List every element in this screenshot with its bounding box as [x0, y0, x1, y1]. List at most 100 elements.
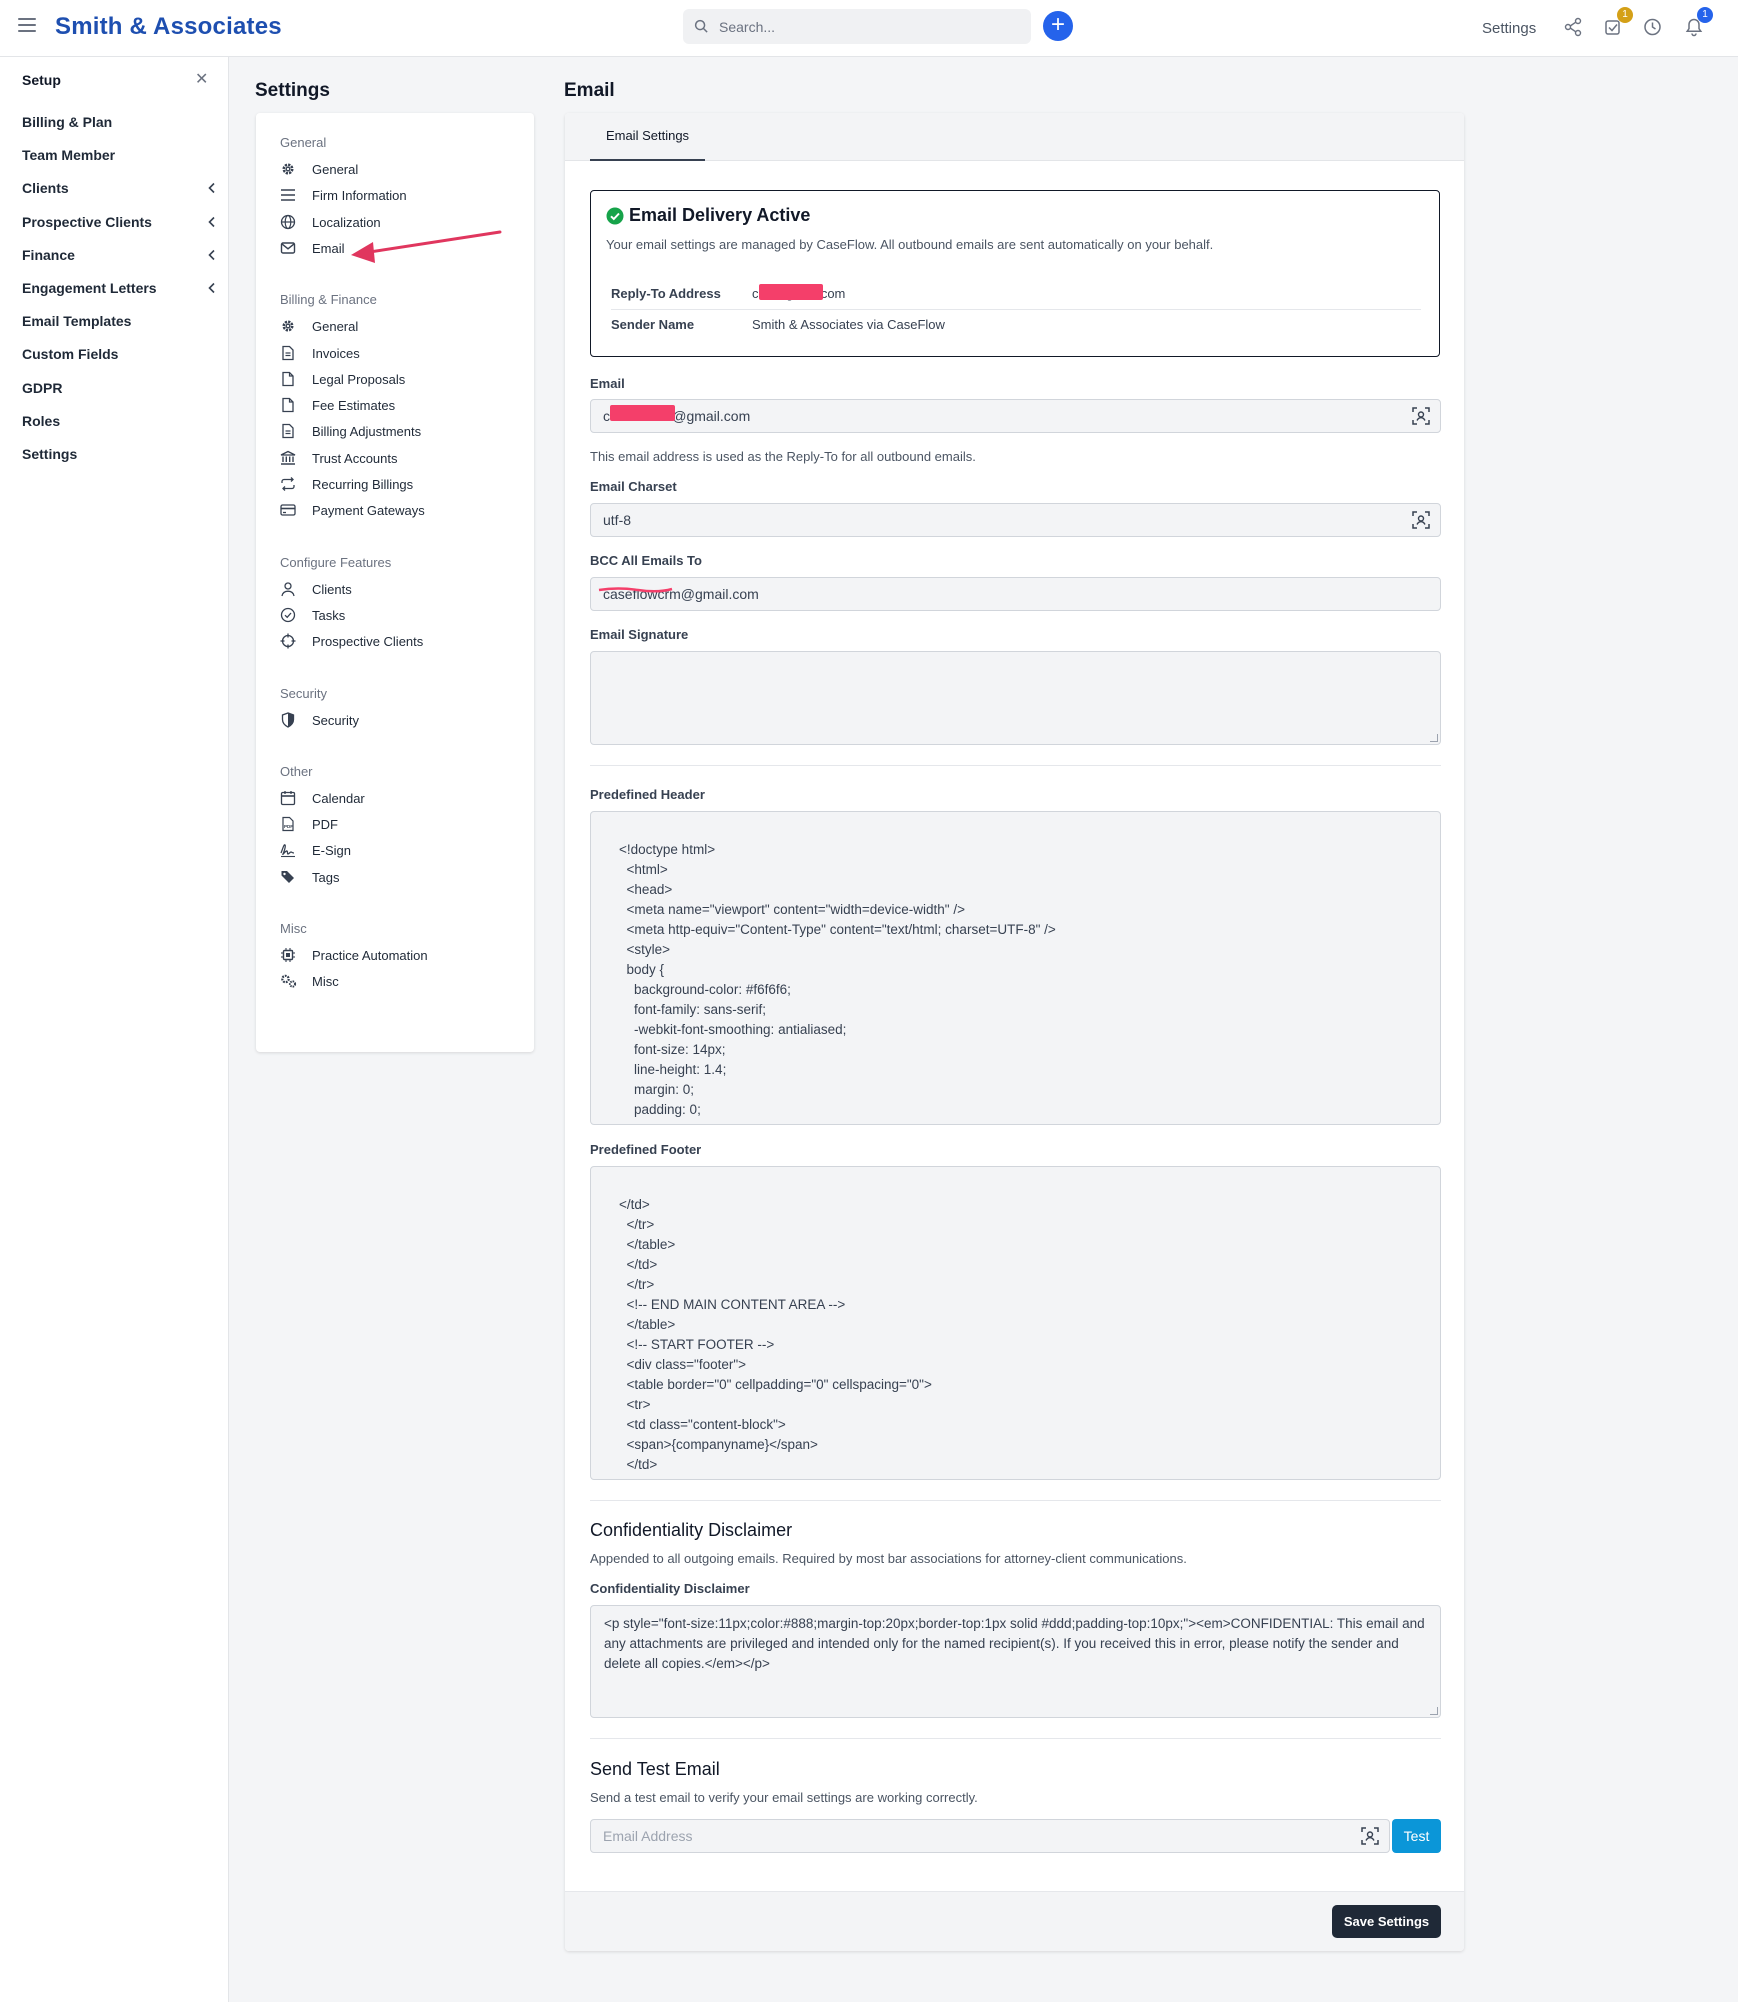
reply-to-label: Reply-To Address — [611, 286, 721, 301]
file-text-icon — [280, 423, 296, 439]
predefined-footer-textarea[interactable]: </td> </tr> </table> </td> </tr> <!-- EN… — [590, 1166, 1441, 1480]
tab-email-settings[interactable]: Email Settings — [590, 113, 705, 161]
bcc-label: BCC All Emails To — [590, 553, 702, 568]
setup-item-custom-fields[interactable]: Custom Fields — [22, 346, 217, 362]
chevron-left-icon[interactable] — [207, 248, 217, 264]
file-text-icon — [280, 345, 296, 361]
nav-group-title: Configure Features — [280, 554, 392, 570]
setup-sidebar: Setup ✕ Billing & Plan Team Member Clients… — [0, 57, 229, 2002]
signature-label: Email Signature — [590, 627, 689, 642]
calendar-icon — [280, 790, 296, 806]
settings-nav-label: PDF — [312, 817, 338, 833]
chevron-left-icon[interactable] — [207, 281, 217, 297]
test-email-input[interactable]: Email Address — [590, 1819, 1390, 1853]
test-button[interactable]: Test — [1392, 1819, 1441, 1853]
setup-title: Setup — [22, 72, 61, 88]
email-field[interactable]: c m@gmail.com — [590, 399, 1441, 433]
status-description: Your email settings are managed by CaseF… — [606, 237, 1214, 252]
setup-item-engagement-letters[interactable]: Engagement Letters — [22, 280, 217, 296]
app-title[interactable]: Smith & Associates — [55, 13, 282, 41]
nav-group-title: Security — [280, 685, 327, 701]
setup-item-label: Team Member — [22, 147, 116, 164]
save-settings-button[interactable]: Save Settings — [1332, 1905, 1441, 1938]
email-heading: Email — [564, 80, 615, 101]
charset-field[interactable]: utf-8 — [590, 503, 1441, 537]
settings-nav-label: Billing Adjustments — [312, 424, 422, 440]
setup-item-billing-plan[interactable]: Billing & Plan — [22, 114, 217, 130]
search-placeholder: Search... — [719, 19, 776, 35]
settings-nav-label: Payment Gateways — [312, 503, 425, 519]
gear-icon — [280, 161, 296, 177]
scan-face-icon[interactable] — [1412, 511, 1430, 529]
settings-nav-label: Firm Information — [312, 188, 407, 204]
signature-textarea[interactable] — [590, 651, 1441, 745]
divider — [611, 309, 1421, 310]
clock-icon[interactable] — [1643, 17, 1662, 37]
setup-item-clients[interactable]: Clients — [22, 180, 217, 196]
predefined-header-textarea[interactable]: <!doctype html> <html> <head> <meta name… — [590, 811, 1441, 1125]
resize-handle-icon[interactable] — [1430, 734, 1438, 742]
check-circle-icon — [280, 607, 296, 623]
scan-face-icon[interactable] — [1412, 407, 1430, 425]
globe-icon — [280, 214, 296, 230]
pdf-icon: PDF — [280, 816, 296, 832]
share-icon[interactable] — [1564, 17, 1582, 37]
user-icon — [280, 581, 296, 597]
gear-icon — [280, 318, 296, 334]
top-settings-link[interactable]: Settings — [1482, 20, 1536, 37]
setup-item-email-templates[interactable]: Email Templates — [22, 313, 217, 329]
setup-item-roles[interactable]: Roles — [22, 413, 217, 429]
predefined-footer-value: </td> </tr> </table> </td> </tr> <!-- EN… — [619, 1197, 932, 1479]
setup-item-team-member[interactable]: Team Member — [22, 147, 217, 163]
chevron-left-icon[interactable] — [207, 181, 217, 197]
add-new-button[interactable]: + — [1043, 11, 1073, 41]
predefined-header-label: Predefined Header — [590, 787, 705, 802]
disclaimer-label: Confidentiality Disclaimer — [590, 1581, 750, 1596]
test-email-section-title: Send Test Email — [590, 1759, 720, 1779]
redaction-mark — [610, 405, 675, 421]
email-settings-card: Email Settings Email Delivery Active You… — [565, 113, 1464, 1951]
setup-item-label: Roles — [22, 412, 61, 429]
setup-item-label: GDPR — [22, 379, 63, 396]
email-help-text: This email address is used as the Reply-… — [590, 449, 976, 464]
settings-nav-label: Recurring Billings — [312, 477, 414, 492]
predefined-footer-label: Predefined Footer — [590, 1142, 702, 1157]
bank-icon — [280, 450, 296, 466]
hamburger-menu-icon[interactable] — [18, 18, 36, 32]
bcc-field[interactable]: caseflowcrm@gmail.com — [590, 577, 1441, 611]
setup-item-label: Email Templates — [22, 313, 132, 330]
close-icon[interactable]: ✕ — [195, 69, 208, 89]
file-icon — [280, 371, 296, 387]
svg-text:PDF: PDF — [284, 824, 293, 829]
resize-handle-icon[interactable] — [1430, 1707, 1438, 1715]
setup-item-label: Prospective Clients — [22, 213, 152, 230]
file-icon — [280, 397, 296, 413]
gears-icon — [280, 973, 297, 989]
setup-item-label: Engagement Letters — [22, 280, 157, 296]
settings-nav-label: Security — [312, 712, 359, 728]
predefined-header-value: <!doctype html> <html> <head> <meta name… — [619, 842, 1056, 1124]
setup-item-label: Billing & Plan — [22, 114, 113, 130]
repeat-icon — [280, 476, 296, 492]
chevron-left-icon[interactable] — [207, 215, 217, 231]
setup-item-gdpr[interactable]: GDPR — [22, 380, 217, 396]
test-email-description: Send a test email to verify your email s… — [590, 1790, 978, 1805]
email-label: Email — [590, 376, 625, 391]
search-icon — [694, 19, 708, 33]
settings-nav-label: General — [312, 162, 359, 177]
setup-item-label: Custom Fields — [22, 346, 119, 363]
scan-face-icon[interactable] — [1361, 1827, 1379, 1845]
setup-item-label: Finance — [22, 246, 75, 263]
disclaimer-description: Appended to all outgoing emails. Require… — [590, 1551, 1187, 1566]
sender-name-value: Smith & Associates via CaseFlow — [752, 317, 945, 332]
disclaimer-textarea[interactable]: <p style="font-size:11px;color:#888;marg… — [590, 1605, 1441, 1718]
settings-nav-label: Prospective Clients — [312, 634, 424, 650]
divider — [590, 1738, 1441, 1739]
setup-item-finance[interactable]: Finance — [22, 247, 217, 263]
search-input[interactable]: Search... — [683, 9, 1031, 44]
charset-value: utf-8 — [603, 512, 632, 528]
disclaimer-value: <p style="font-size:11px;color:#888;marg… — [604, 1616, 1425, 1671]
setup-item-prospective-clients[interactable]: Prospective Clients — [22, 214, 217, 230]
setup-item-settings[interactable]: Settings — [22, 446, 217, 462]
signature-icon — [280, 842, 296, 858]
